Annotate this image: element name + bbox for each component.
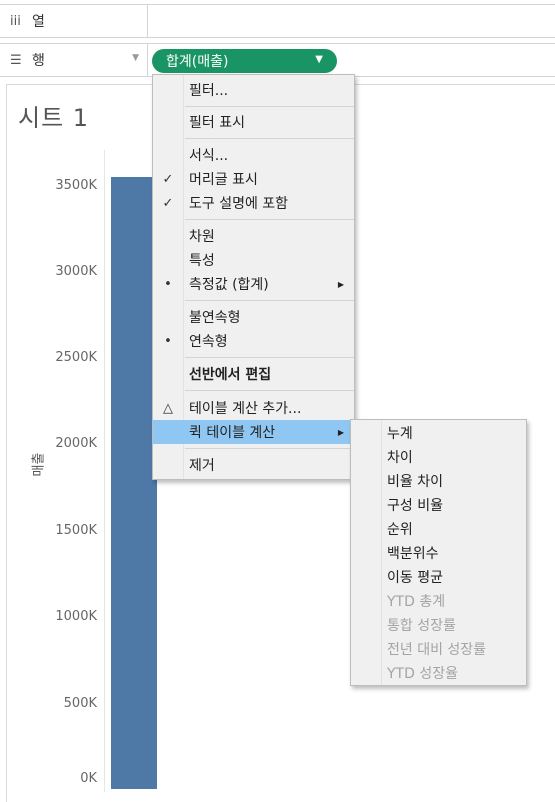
menu-item-attribute[interactable]: 특성 <box>153 248 354 272</box>
menu-item-label: 연속형 <box>189 334 228 350</box>
menu-item-add-table-calc[interactable]: △ 테이블 계산 추가... <box>153 396 354 420</box>
menu-item-filter[interactable]: 필터... <box>153 78 354 102</box>
sum-sales-pill[interactable]: 합계(매출) ▼ <box>152 49 337 73</box>
menu-item-label: 퀵 테이블 계산 <box>189 425 276 441</box>
y-tick-label: 0K <box>80 771 97 786</box>
y-tick-label: 500K <box>63 696 97 711</box>
sheet-title: 시트 1 <box>18 104 90 132</box>
menu-item-label: 순위 <box>387 522 413 538</box>
pill-chevron-down-icon[interactable]: ▼ <box>315 54 323 65</box>
menu-item-include-tooltip[interactable]: ✓ 도구 설명에 포함 <box>153 191 354 215</box>
y-tick-label: 3500K <box>55 178 97 193</box>
menu-item-label: 필터... <box>189 83 229 99</box>
submenu-arrow-icon: ▶ <box>337 279 344 289</box>
y-tick-label: 3000K <box>55 264 97 279</box>
y-axis-line <box>104 150 105 792</box>
menu-item-label: YTD 총계 <box>387 594 446 610</box>
menu-item-label: 필터 표시 <box>189 115 245 131</box>
delta-icon: △ <box>163 400 173 416</box>
menu-item-label: 특성 <box>189 253 215 269</box>
menu-item-label: 이동 평균 <box>387 570 443 586</box>
submenu-item-running-total[interactable]: 누계 <box>351 421 526 445</box>
context-menu: 필터... 필터 표시 서식... ✓ 머리글 표시 ✓ 도구 설명에 포함 차… <box>152 74 355 480</box>
menu-item-label: 누계 <box>387 426 413 442</box>
menu-separator <box>185 300 354 301</box>
submenu-item-compound-growth: 통합 성장률 <box>351 613 526 637</box>
submenu-item-ytd-total: YTD 총계 <box>351 589 526 613</box>
y-tick-label: 1000K <box>55 609 97 624</box>
menu-separator <box>185 357 354 358</box>
columns-icon: iii <box>10 13 21 29</box>
menu-item-label: 차이 <box>387 450 413 466</box>
menu-item-label: 서식... <box>189 148 229 164</box>
rows-shelf[interactable]: ☰ 행 ▼ 합계(매출) ▼ <box>0 43 555 77</box>
columns-shelf[interactable]: iii 열 <box>0 4 555 38</box>
columns-label: 열 <box>32 14 45 30</box>
menu-item-continuous[interactable]: • 연속형 <box>153 329 354 353</box>
y-tick-label: 2000K <box>55 436 97 451</box>
menu-item-measure[interactable]: • 측정값 (합계) ▶ <box>153 272 354 296</box>
menu-item-label: 테이블 계산 추가... <box>189 401 302 417</box>
submenu-item-percent-difference[interactable]: 비율 차이 <box>351 469 526 493</box>
bullet-icon: • <box>164 276 172 292</box>
menu-item-label: 측정값 (합계) <box>189 277 269 293</box>
menu-separator <box>185 219 354 220</box>
check-icon: ✓ <box>162 195 174 211</box>
menu-separator <box>185 448 354 449</box>
quick-table-calc-submenu: 누계 차이 비율 차이 구성 비율 순위 백분위수 이동 평균 YTD 총계 통… <box>350 419 527 686</box>
chevron-down-icon[interactable]: ▼ <box>132 53 139 63</box>
check-icon: ✓ <box>162 171 174 187</box>
submenu-item-yoy-growth: 전년 대비 성장률 <box>351 637 526 661</box>
menu-item-discrete[interactable]: 불연속형 <box>153 305 354 329</box>
menu-item-label: 차원 <box>189 229 215 245</box>
submenu-item-difference[interactable]: 차이 <box>351 445 526 469</box>
y-axis-title: 매출 <box>31 452 47 477</box>
pill-label: 합계(매출) <box>166 54 229 70</box>
bullet-icon: • <box>164 333 172 349</box>
y-tick-label: 1500K <box>55 523 97 538</box>
rows-shelf-label: ☰ 행 ▼ <box>0 44 148 76</box>
menu-item-label: 머리글 표시 <box>189 172 258 188</box>
menu-separator <box>185 106 354 107</box>
menu-item-label: 도구 설명에 포함 <box>189 196 289 212</box>
menu-item-edit-in-shelf[interactable]: 선반에서 편집 <box>153 362 354 386</box>
sales-bar[interactable] <box>111 176 157 789</box>
menu-item-remove[interactable]: 제거 <box>153 453 354 477</box>
menu-separator <box>185 390 354 391</box>
menu-item-label: YTD 성장율 <box>387 666 458 682</box>
menu-item-label: 불연속형 <box>189 310 241 326</box>
columns-shelf-label: iii 열 <box>0 5 148 37</box>
menu-item-label: 선반에서 편집 <box>189 367 272 383</box>
menu-separator <box>185 138 354 139</box>
submenu-item-rank[interactable]: 순위 <box>351 517 526 541</box>
menu-item-label: 제거 <box>189 458 215 474</box>
menu-item-show-header[interactable]: ✓ 머리글 표시 <box>153 167 354 191</box>
menu-item-label: 백분위수 <box>387 546 439 562</box>
menu-item-label: 전년 대비 성장률 <box>387 642 487 658</box>
submenu-arrow-icon: ▶ <box>337 427 344 437</box>
submenu-item-moving-average[interactable]: 이동 평균 <box>351 565 526 589</box>
submenu-item-percentile[interactable]: 백분위수 <box>351 541 526 565</box>
submenu-item-percent-of-total[interactable]: 구성 비율 <box>351 493 526 517</box>
rows-label: 행 <box>32 53 45 69</box>
menu-item-show-filter[interactable]: 필터 표시 <box>153 110 354 134</box>
menu-item-label: 구성 비율 <box>387 498 443 514</box>
y-tick-label: 2500K <box>55 350 97 365</box>
menu-item-format[interactable]: 서식... <box>153 143 354 167</box>
menu-item-label: 비율 차이 <box>387 474 443 490</box>
rows-icon: ☰ <box>10 52 22 68</box>
menu-item-label: 통합 성장률 <box>387 618 456 634</box>
menu-item-quick-table-calc[interactable]: 퀵 테이블 계산 ▶ <box>153 420 354 444</box>
menu-item-dimension[interactable]: 차원 <box>153 224 354 248</box>
submenu-item-ytd-growth: YTD 성장율 <box>351 661 526 685</box>
